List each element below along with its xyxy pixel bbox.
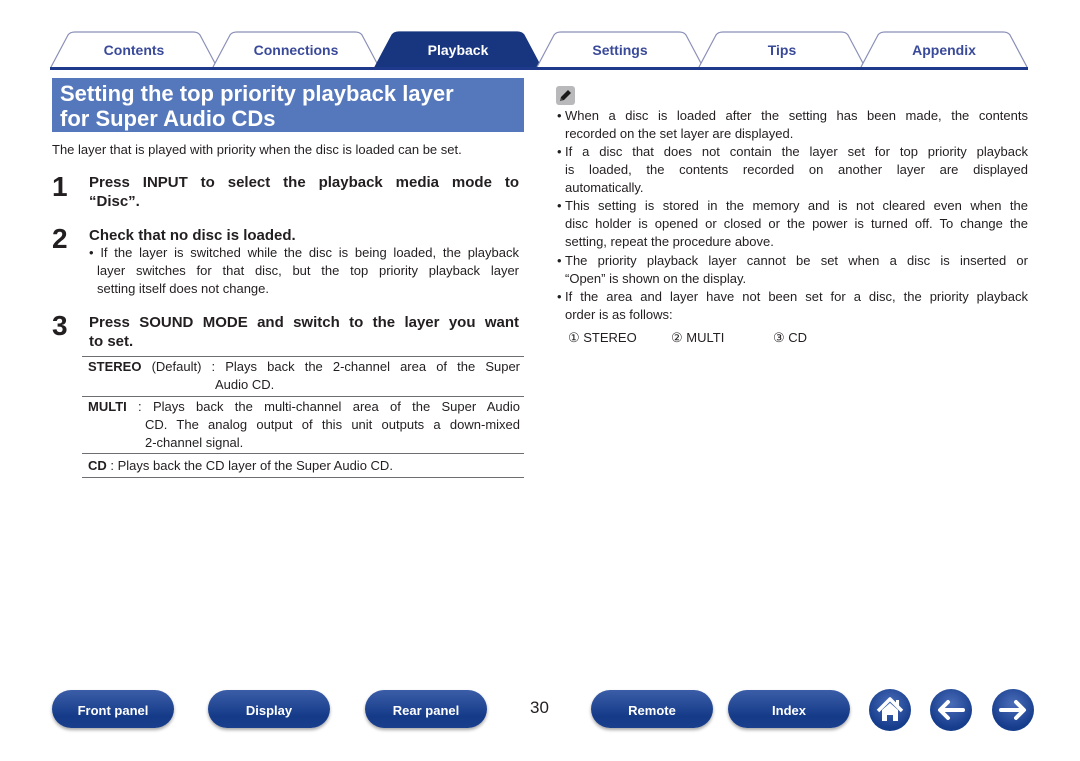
- tab-label: Appendix: [912, 42, 976, 58]
- step-1-heading-line2: “Disc”.: [89, 193, 140, 210]
- tab-connections[interactable]: Connections: [212, 31, 380, 67]
- index-button[interactable]: Index: [728, 690, 850, 728]
- note-item: • When a disc is loaded after the settin…: [557, 108, 1028, 141]
- button-label: Index: [772, 703, 806, 718]
- step-2-heading: Check that no disc is loaded.: [89, 227, 296, 244]
- divider: [82, 453, 524, 454]
- back-button[interactable]: [930, 689, 972, 731]
- tab-playback[interactable]: Playback: [374, 31, 542, 67]
- option-stereo: STEREO (Default) : Plays back the 2-chan…: [88, 358, 520, 394]
- priority-2: ② MULTI: [671, 330, 725, 345]
- option-desc: 2-channel signal.: [145, 435, 244, 450]
- rear-panel-button[interactable]: Rear panel: [365, 690, 487, 728]
- option-term: STEREO: [88, 359, 142, 374]
- divider: [82, 396, 524, 397]
- tab-tips[interactable]: Tips: [698, 31, 866, 67]
- step-3-heading-line2: to set.: [89, 333, 134, 350]
- step-number: 2: [52, 223, 68, 254]
- tab-label: Connections: [253, 42, 339, 58]
- page-number: 30: [530, 698, 549, 717]
- divider: [82, 356, 524, 357]
- tab-underline: [50, 67, 1028, 70]
- button-label: Rear panel: [392, 703, 460, 718]
- button-label: Display: [245, 703, 293, 718]
- option-desc: Plays back the multi-channel area of the…: [152, 399, 520, 414]
- divider: [82, 477, 524, 478]
- step-1-heading-line1: Press INPUT to select the playback media…: [89, 174, 519, 191]
- note-item: • The priority playback layer cannot be …: [557, 253, 1028, 286]
- tab-contents[interactable]: Contents: [50, 31, 218, 67]
- tab-settings[interactable]: Settings: [536, 31, 704, 67]
- home-icon: [876, 697, 904, 721]
- note-item: • If the area and layer have not been se…: [557, 289, 1028, 322]
- note-item: • This setting is stored in the memory a…: [557, 198, 1028, 249]
- option-qualifier: :: [106, 458, 118, 473]
- note-line: This setting is stored in the memory and…: [565, 198, 1028, 213]
- forward-button[interactable]: [992, 689, 1034, 731]
- note-line: If a disc that does not contain the laye…: [565, 144, 1028, 159]
- step-number: 1: [52, 171, 68, 202]
- tab-appendix[interactable]: Appendix: [860, 31, 1028, 67]
- note-line: “Open” is shown on the display.: [565, 271, 747, 286]
- home-button[interactable]: [869, 689, 911, 731]
- priority-1: ① STEREO: [568, 330, 637, 345]
- tab-label: Contents: [103, 42, 165, 58]
- section-title: Setting the top priority playback layer …: [52, 78, 524, 132]
- display-button[interactable]: Display: [208, 690, 330, 728]
- option-desc: Plays back the 2-channel area of the Sup…: [225, 359, 521, 374]
- note-line: is loaded, the contents recorded on anot…: [565, 162, 1028, 177]
- note-line: The priority playback layer cannot be se…: [565, 253, 1028, 268]
- step-number: 3: [52, 310, 68, 341]
- option-multi: MULTI : Plays back the multi-channel are…: [88, 398, 520, 452]
- priority-3: ③ CD: [773, 330, 808, 345]
- option-term: CD: [88, 458, 107, 473]
- button-label: Remote: [628, 703, 676, 718]
- option-desc: CD. The analog output of this unit outpu…: [145, 417, 520, 432]
- button-label: Front panel: [77, 703, 149, 718]
- title-line-2: for Super Audio CDs: [60, 106, 276, 131]
- remote-button[interactable]: Remote: [591, 690, 713, 728]
- note-line: disc holder is opened or closed or the p…: [565, 216, 1028, 231]
- note-line: When a disc is loaded after the setting …: [565, 108, 1028, 123]
- option-cd: CD : Plays back the CD layer of the Supe…: [88, 457, 520, 475]
- note-line: automatically.: [565, 180, 644, 195]
- option-desc: Audio CD.: [215, 377, 275, 392]
- tab-label: Tips: [767, 42, 797, 58]
- tab-label: Playback: [427, 42, 489, 58]
- option-term: MULTI: [88, 399, 127, 414]
- arrow-left-icon: [938, 700, 965, 720]
- pencil-icon: [556, 86, 575, 105]
- front-panel-button[interactable]: Front panel: [52, 690, 174, 728]
- option-qualifier: :: [126, 399, 153, 414]
- title-line-1: Setting the top priority playback layer: [60, 81, 454, 106]
- intro-text: The layer that is played with priority w…: [52, 142, 462, 157]
- tab-label: Settings: [592, 42, 648, 58]
- arrow-right-icon: [999, 700, 1026, 720]
- step-2-note-line: setting itself does not change.: [97, 281, 270, 296]
- step-2-note-line: • If the layer is switched while the dis…: [89, 245, 519, 260]
- chapter-tabs: Contents Connections Playback Settings T…: [50, 31, 1028, 70]
- note-item: • If a disc that does not contain the la…: [557, 144, 1028, 195]
- note-line: If the area and layer have not been set …: [565, 289, 1028, 304]
- step-3-heading-line1: Press SOUND MODE and switch to the layer…: [89, 314, 519, 331]
- step-2-note-line: layer switches for that disc, but the to…: [97, 263, 519, 278]
- option-desc: Plays back the CD layer of the Super Aud…: [117, 458, 393, 473]
- note-line: order is as follows:: [565, 307, 673, 322]
- note-line: recorded on the set layer are displayed.: [565, 126, 794, 141]
- option-qualifier: (Default) :: [141, 359, 226, 374]
- note-line: setting, repeat the procedure above.: [565, 234, 774, 249]
